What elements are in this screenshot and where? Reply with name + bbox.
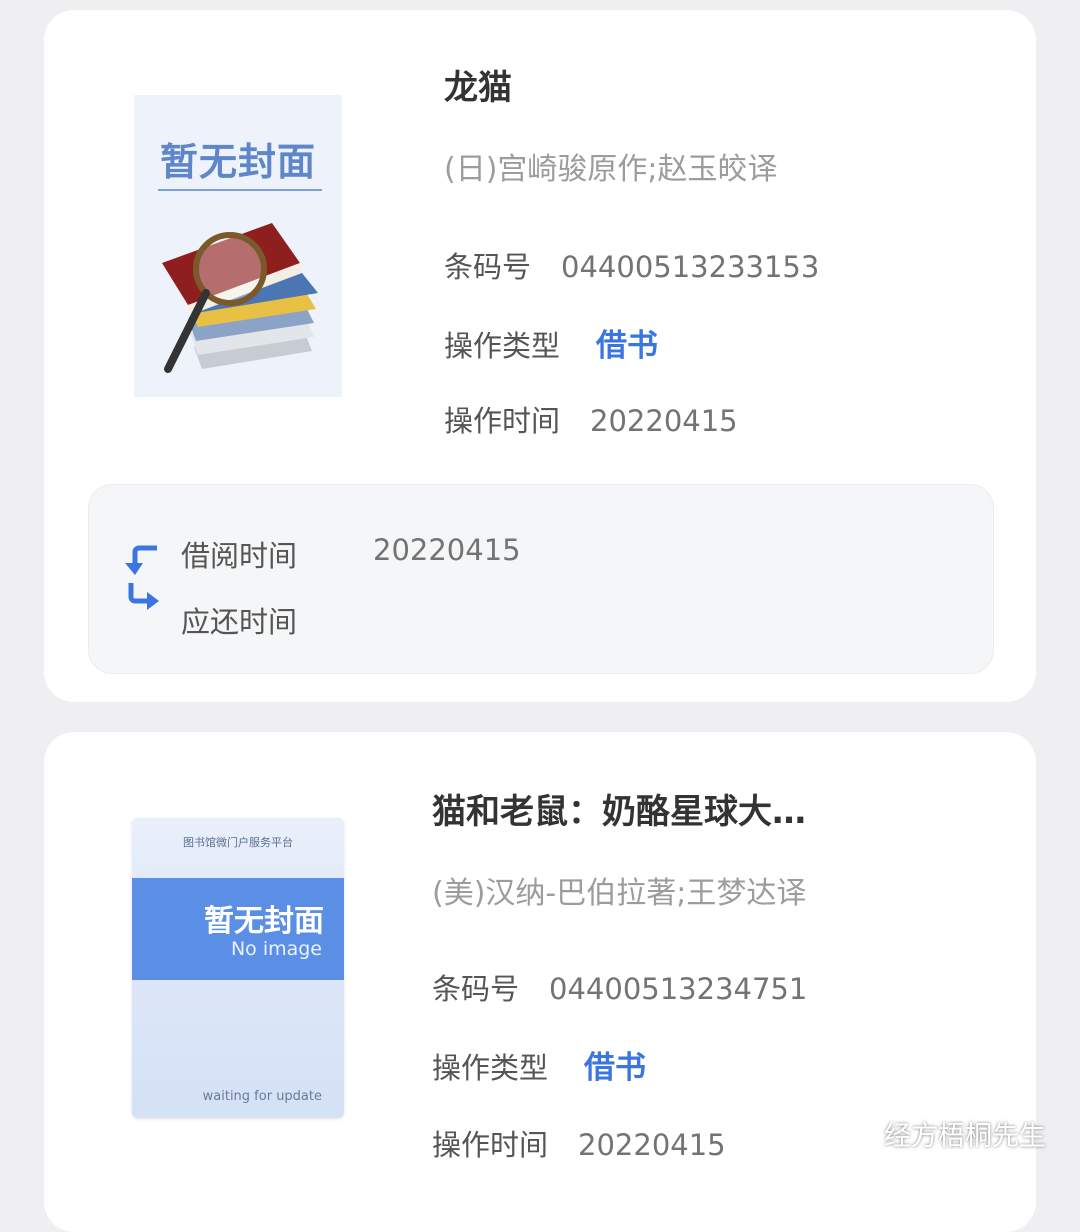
operation-time-value: 20220415 xyxy=(590,404,738,438)
operation-type-row: 操作类型 借书 xyxy=(444,320,658,365)
book-title[interactable]: 猫和老鼠：奶酪星球大… xyxy=(432,784,806,833)
book-author: (美)汉纳-巴伯拉著;王梦达译 xyxy=(432,876,807,911)
operation-time-label: 操作时间 xyxy=(432,1128,549,1162)
operation-time-row: 操作时间 20220415 xyxy=(444,398,738,440)
book-cover-placeholder: 图书馆微门户服务平台 暂无封面 No image waiting for upd… xyxy=(132,818,344,1118)
barcode-value: 04400513234751 xyxy=(549,972,808,1006)
cover-platform-text: 图书馆微门户服务平台 xyxy=(183,836,293,849)
book-cover-placeholder: 暂无封面 xyxy=(134,95,342,397)
cover-placeholder-title: 暂无封面 xyxy=(159,140,316,184)
book-record-card[interactable]: 暂无封面 龙猫 (日)宫崎骏原作;赵玉皎译 条码号 04400513233153 … xyxy=(44,10,1036,702)
operation-time-value: 20220415 xyxy=(578,1128,726,1162)
cover-placeholder-title: 暂无封面 xyxy=(204,904,324,939)
due-time-label: 应还时间 xyxy=(181,605,298,639)
borrow-time-label: 借阅时间 xyxy=(181,539,298,573)
watermark-text: 经方梧桐先生 xyxy=(884,1121,1046,1152)
book-record-card[interactable]: 图书馆微门户服务平台 暂无封面 No image waiting for upd… xyxy=(44,732,1036,1232)
barcode-label: 条码号 xyxy=(432,972,520,1006)
operation-time-row: 操作时间 20220415 xyxy=(432,1122,726,1164)
cover-footer-text: waiting for update xyxy=(202,1089,322,1104)
operation-type-value: 借书 xyxy=(596,328,659,364)
barcode-value: 04400513233153 xyxy=(561,250,820,284)
wechat-logo-icon xyxy=(834,1118,875,1148)
book-stack-magnifier-icon xyxy=(162,223,318,373)
borrow-return-arrows-icon xyxy=(125,545,159,610)
operation-type-label: 操作类型 xyxy=(432,1051,549,1085)
cover-placeholder-subtitle: No image xyxy=(230,938,322,960)
book-title[interactable]: 龙猫 xyxy=(444,60,512,109)
borrow-time-value: 20220415 xyxy=(373,533,521,567)
watermark: 经方梧桐先生 xyxy=(834,1114,1046,1153)
barcode-label: 条码号 xyxy=(444,250,532,284)
barcode-row: 条码号 04400513234751 xyxy=(432,966,807,1008)
operation-type-label: 操作类型 xyxy=(444,329,561,363)
operation-type-value: 借书 xyxy=(584,1050,647,1086)
operation-time-label: 操作时间 xyxy=(444,404,561,438)
operation-type-row: 操作类型 借书 xyxy=(432,1042,646,1087)
barcode-row: 条码号 04400513233153 xyxy=(444,244,819,286)
cover-band: 暂无封面 No image xyxy=(132,878,344,980)
cover-divider xyxy=(158,189,322,191)
book-author: (日)宫崎骏原作;赵玉皎译 xyxy=(444,152,778,187)
borrow-info-panel: 借阅时间 20220415 应还时间 xyxy=(88,484,994,674)
